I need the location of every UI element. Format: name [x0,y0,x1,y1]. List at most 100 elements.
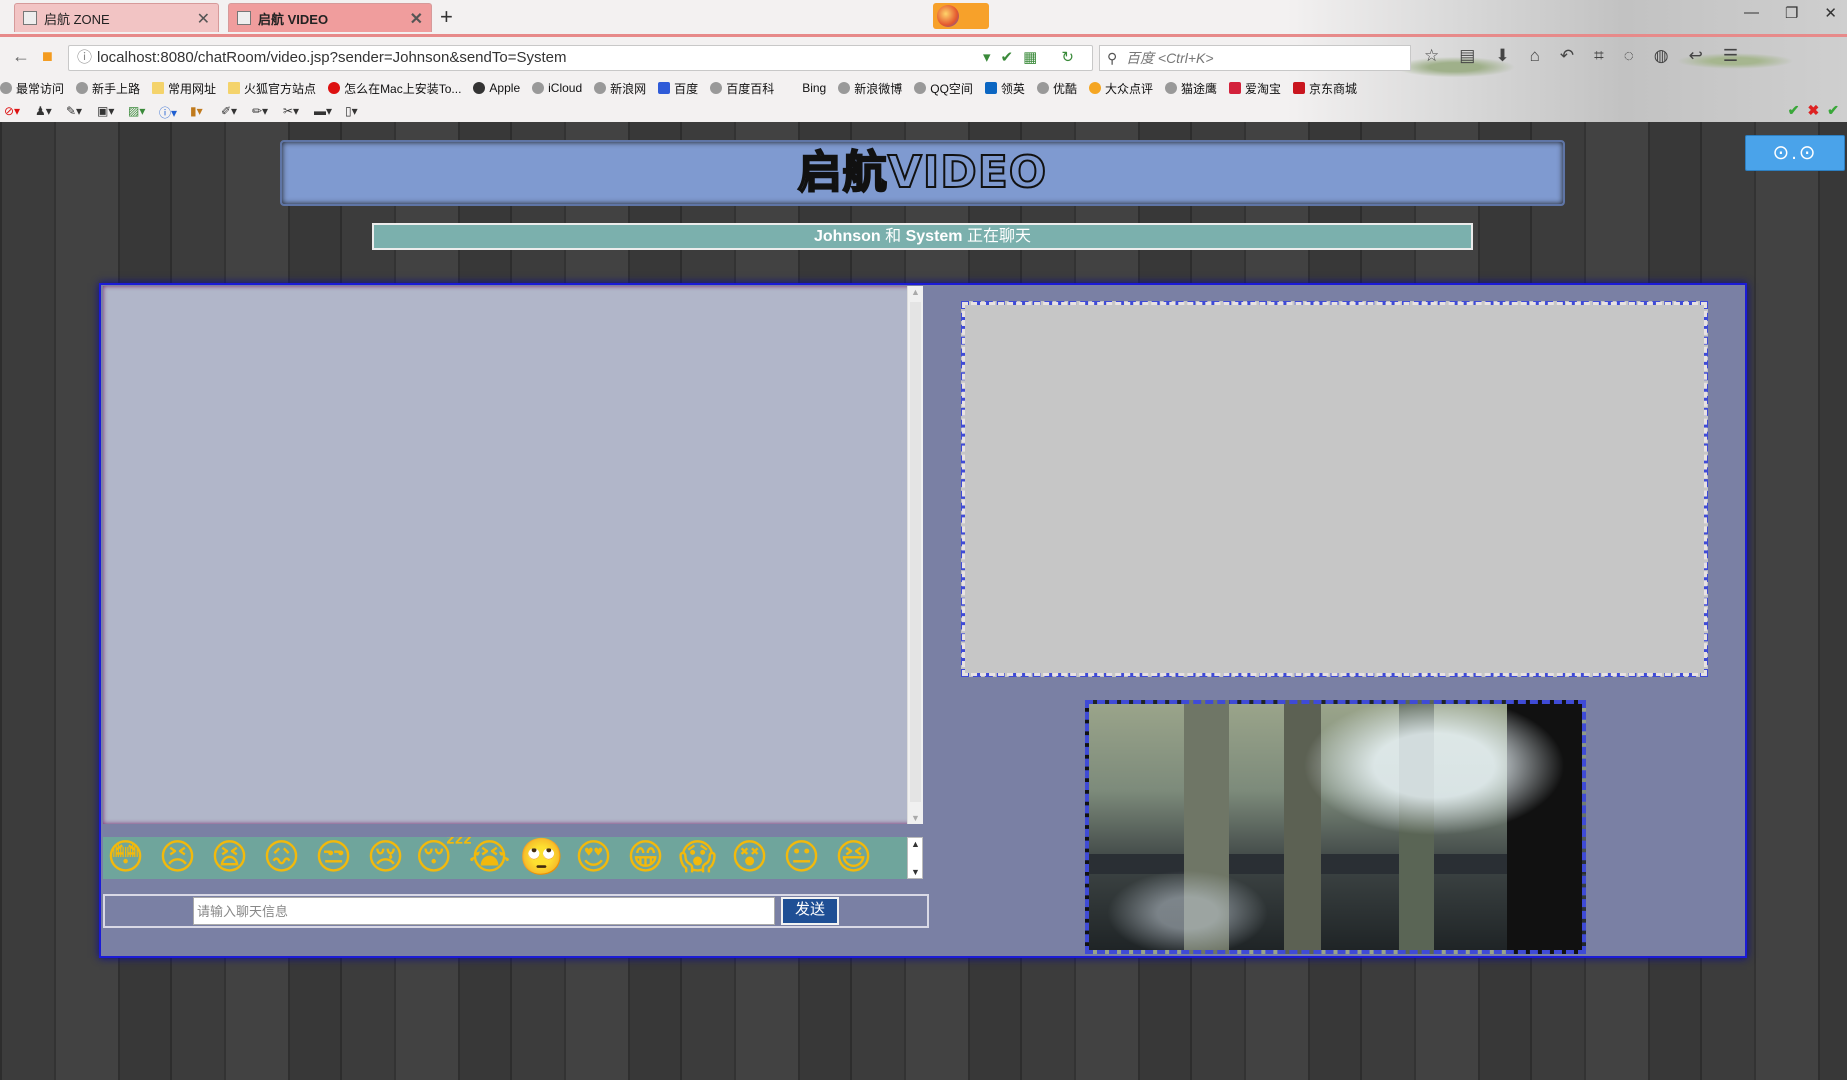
bookmark-youku[interactable]: 优酷 [1036,80,1077,97]
check-icon[interactable]: ✔ [1827,102,1839,119]
tab-video[interactable]: 启航 VIDEO ✕ [228,3,432,32]
undo-icon[interactable]: ↶ [1560,46,1574,66]
chat-message-log[interactable] [103,286,923,824]
bookmark-linkedin[interactable]: 领英 [984,80,1025,97]
brush-icon[interactable]: ✐▾ [221,104,241,118]
address-bar[interactable]: ⓘ localhost:8080/chatRoom/video.jsp?send… [68,45,1093,71]
emoji-sobbing-icon[interactable]: 😭 [467,837,512,879]
page-icon[interactable]: ▯▾ [345,104,365,118]
globe-icon[interactable]: ◍ [1654,46,1669,66]
addon-toolbar: ⊘▾ ♟▾ ✎▾ ▣▾ ▨▾ ⓘ▾ ▮▾ ✐▾ ✏▾ ✂▾ ▬▾ ▯▾ [0,100,1847,121]
image-icon[interactable]: ▨▾ [128,104,148,118]
clipboard-icon[interactable]: ▣▾ [97,104,117,118]
home-icon[interactable]: ⌂ [1530,46,1540,66]
reply-icon[interactable]: ↩ [1689,46,1703,66]
search-input[interactable]: ⚲ 百度 <Ctrl+K> [1099,45,1411,71]
emoji-unamused-icon[interactable]: 😒 [311,837,356,879]
chat-icon[interactable]: ◌ [1624,46,1634,66]
back-icon[interactable]: ← [12,46,30,67]
pencil-icon[interactable]: ✎▾ [66,104,86,118]
emoji-neutral-icon[interactable]: 😐 [779,837,824,879]
bookmark-qzone[interactable]: QQ空间 [914,80,973,97]
chat-scrollbar[interactable]: ▲ ▼ [907,286,923,824]
info-icon[interactable]: ⓘ [77,46,92,70]
menu-icon[interactable]: ☰ [1723,46,1738,66]
bookmark-folder-common[interactable]: 常用网址 [152,80,216,97]
close-window-icon[interactable]: ✕ [1824,4,1837,22]
globe-icon [532,82,545,94]
emoji-persevere-icon[interactable]: 😣 [155,837,200,879]
user-icon[interactable]: ♟▾ [35,104,55,118]
bookmark-star-icon[interactable]: ☆ [1424,46,1439,66]
bookmarks-toolbar: 最常访问 新手上路 常用网址 火狐官方站点 怎么在Mac上安装To... App… [0,78,1400,98]
corner-toggle-button[interactable]: ⊙.⊙ [1745,135,1845,171]
scroll-down-icon[interactable]: ▼ [911,867,920,877]
emoji-heart-eyes-icon[interactable]: 😍 [571,837,616,879]
emoji-flushed-icon[interactable]: 😳 [103,837,148,879]
tab-zone[interactable]: 启航 ZONE ✕ [14,3,219,32]
scroll-thumb[interactable] [910,302,921,802]
scroll-down-icon[interactable]: ▼ [911,813,920,823]
bookmark-folder-firefox[interactable]: 火狐官方站点 [228,80,316,97]
bookmark-getting-started[interactable]: 新手上路 [76,80,140,97]
bookmark-icon [0,82,12,94]
status-suffix: 正在聊天 [966,228,1031,245]
tab-strip-divider [0,34,1847,37]
bookmark-icloud[interactable]: iCloud [532,81,582,95]
check-icon[interactable]: ✔ [1788,102,1800,119]
ruler-icon[interactable]: ✏▾ [252,104,272,118]
bookmark-sina[interactable]: 新浪网 [594,80,646,97]
url-text: localhost:8080/chatRoom/video.jsp?sender… [97,49,567,66]
emoji-tired-icon[interactable]: 😫 [207,837,252,879]
bookmark-ai-taobao[interactable]: 爱淘宝 [1228,80,1281,97]
header-banner: 启航VIDEO [280,140,1565,206]
emoji-laughing-icon[interactable]: 😆 [831,837,876,879]
bookmark-baidu[interactable]: 百度 [658,80,698,97]
apple-icon [473,82,486,94]
bookmark-most-visited[interactable]: 最常访问 [0,80,64,97]
scroll-up-icon[interactable]: ▲ [911,839,920,849]
emoji-sleeping-icon[interactable]: 😴 [415,837,473,879]
emoji-confounded-icon[interactable]: 😖 [259,837,304,879]
reading-list-icon[interactable]: ▤ [1459,46,1475,66]
bookmark-tripadvisor[interactable]: 猫途鹰 [1164,80,1217,97]
emoji-crying-icon[interactable]: 😢 [363,837,408,879]
emoji-grin-icon[interactable]: 😁 [623,837,668,879]
emoji-scrollbar[interactable]: ▲ ▼ [907,837,923,879]
bookmark-jd[interactable]: 京东商城 [1293,80,1357,97]
camera-icon[interactable]: ■ [42,46,53,67]
linkedin-icon [984,82,997,94]
status-joiner: 和 [885,228,902,245]
bookmark-bing[interactable]: Bing [786,81,826,95]
message-input[interactable] [193,897,775,925]
notebook-icon[interactable]: ▮▾ [190,104,210,118]
emoji-scream-icon[interactable]: 😱 [675,837,720,879]
adblock-icon[interactable]: ⊘▾ [4,104,24,118]
bookmark-apple[interactable]: Apple [473,81,520,95]
jd-icon [1293,82,1305,94]
crop-icon[interactable]: ⌗ [1594,46,1604,66]
download-icon[interactable]: ⬇ [1495,46,1509,66]
new-tab-button[interactable]: + [440,4,453,30]
error-icon[interactable]: ✖ [1808,102,1820,119]
minimize-icon[interactable]: — [1744,4,1759,22]
toolbar-icons: ☆ ▤ ⬇ ⌂ ↶ ⌗ ◌ ◍ ↩ ☰ [1424,46,1738,66]
info-circle-icon[interactable]: ⓘ▾ [159,104,179,120]
bookmark-weibo[interactable]: 新浪微博 [838,80,902,97]
bookmark-dianping[interactable]: 大众点评 [1088,80,1153,97]
send-button[interactable]: 发送 [781,897,839,925]
close-icon[interactable]: ✕ [197,9,210,29]
sender-name: Johnson [814,228,881,245]
bookmark-baidu-baike[interactable]: 百度百科 [710,80,774,97]
emoji-dizzy-icon[interactable]: 😵 [727,837,772,879]
terminal-icon[interactable]: ▬▾ [314,104,334,118]
globe-icon [914,82,927,94]
close-icon[interactable]: ✕ [410,9,423,29]
scroll-up-icon[interactable]: ▲ [911,287,920,297]
emoji-eye-roll-icon[interactable]: 🙄 [519,837,564,879]
bookmark-mac-install[interactable]: 怎么在Mac上安装To... [328,80,461,97]
tools-icon[interactable]: ✂▾ [283,104,303,118]
restore-icon[interactable]: ❐ [1785,4,1798,22]
address-bar-icons[interactable]: ▾✔▦ ↻ [983,46,1084,70]
firefox-hello-icon[interactable] [933,3,989,29]
